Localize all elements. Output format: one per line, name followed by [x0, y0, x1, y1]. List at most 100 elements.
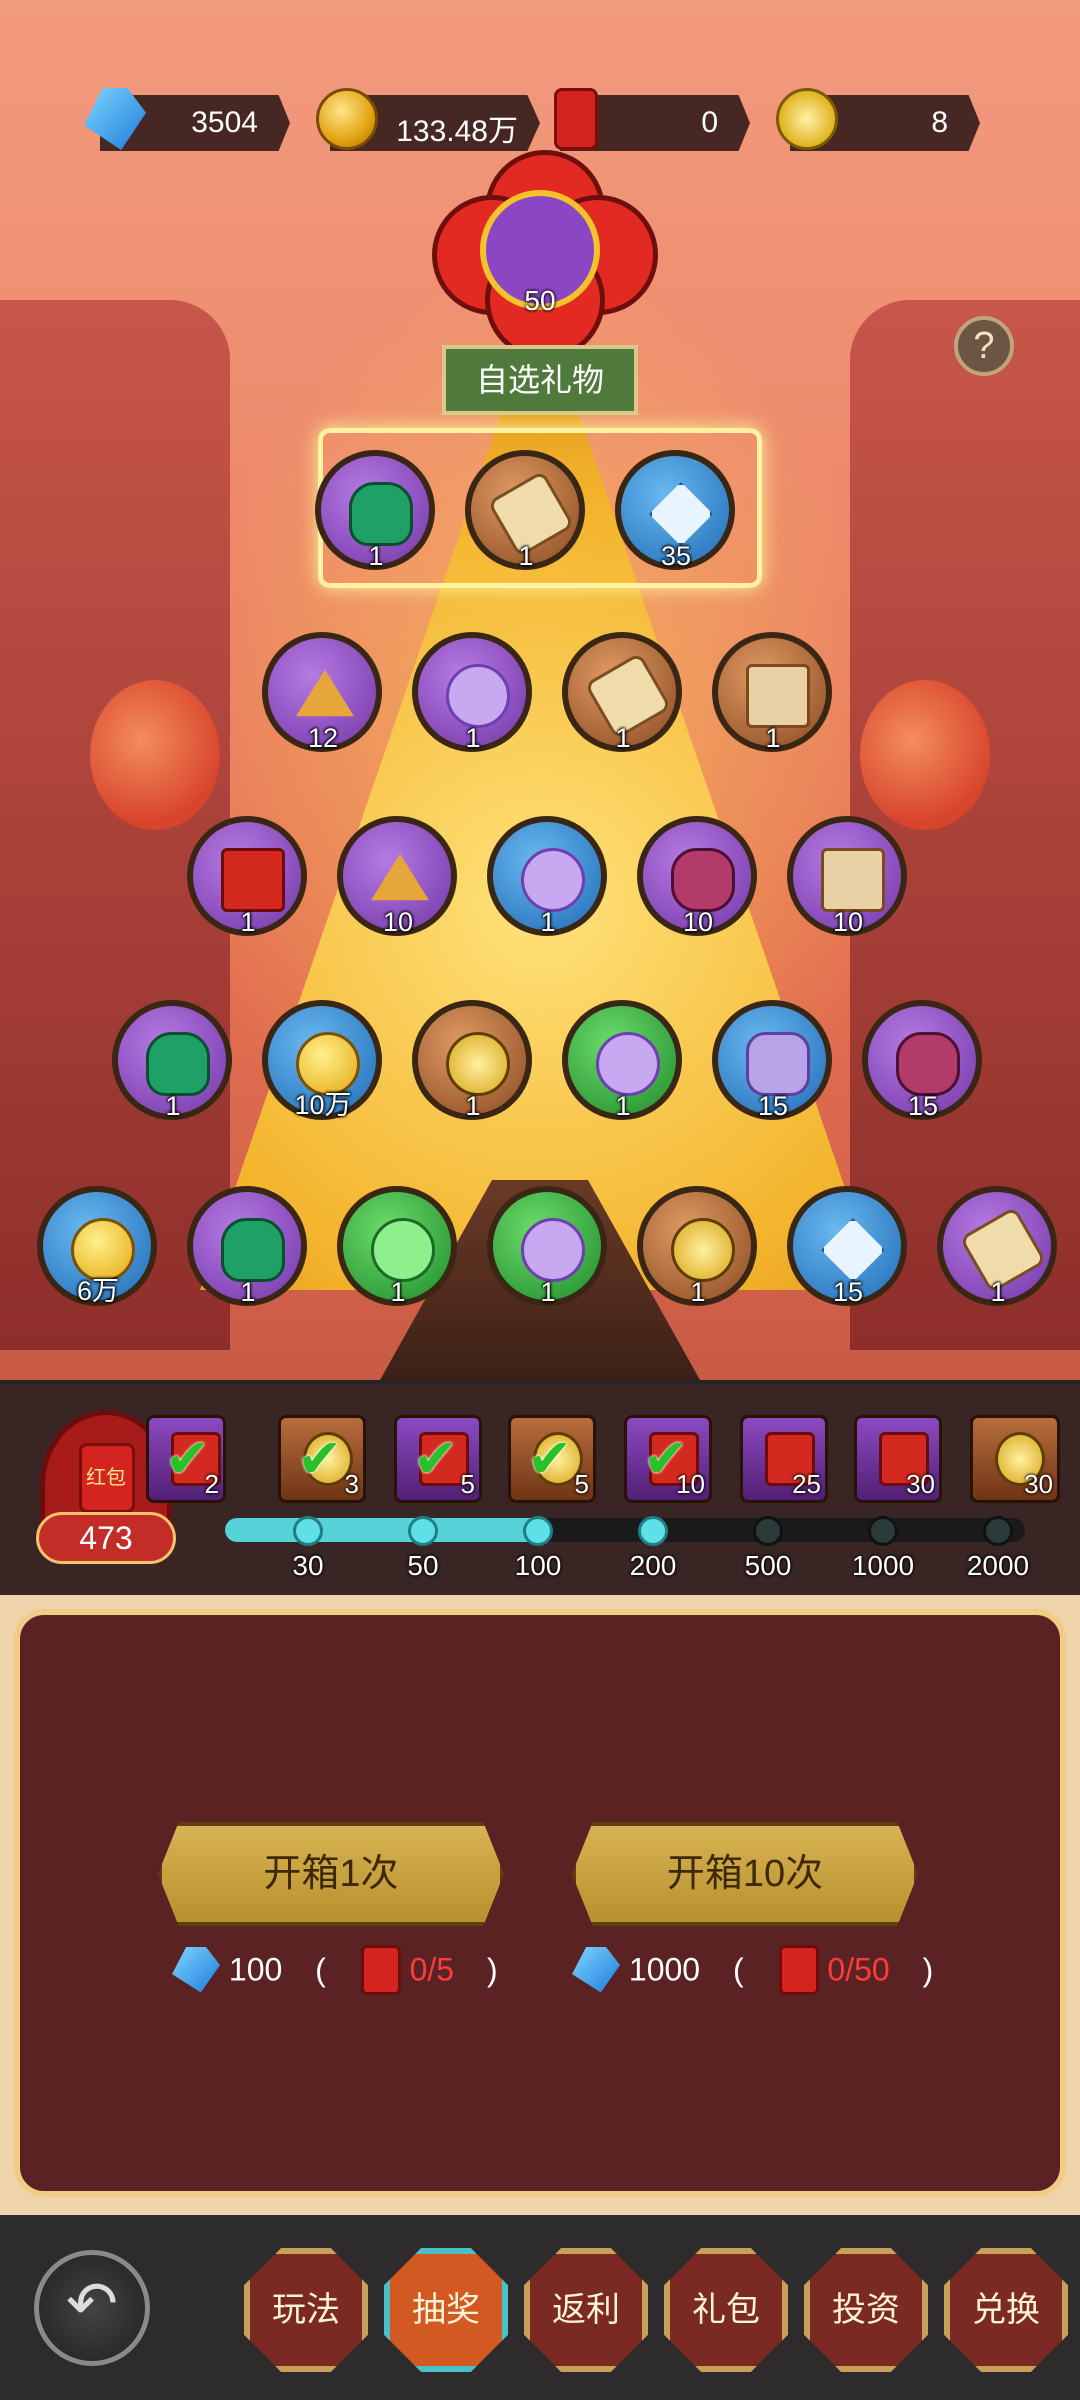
tier-value: 25 — [792, 1469, 821, 1499]
prize-count: 12 — [307, 723, 339, 753]
prize-item[interactable]: 6万 — [37, 1186, 157, 1306]
prize-item[interactable]: 1 — [412, 632, 532, 753]
prize-item[interactable]: 10 — [787, 816, 907, 937]
prize-item[interactable]: 1 — [187, 1186, 307, 1307]
prize-item[interactable]: 1 — [487, 1186, 607, 1307]
tier-value: 30 — [906, 1469, 935, 1499]
prize-item[interactable]: 1 — [937, 1186, 1057, 1307]
milestone-label: 50 — [407, 1550, 439, 1581]
prize-item[interactable]: 35 — [615, 450, 735, 571]
prize-count: 15 — [757, 1091, 789, 1121]
fu-token-icon — [446, 664, 510, 728]
prize-count: 1 — [990, 1277, 1006, 1307]
open-ten-button[interactable]: 开箱10次 — [572, 1822, 918, 1926]
tier-reward[interactable]: 25 — [740, 1415, 828, 1503]
tier-value: 2 — [204, 1469, 219, 1499]
gold-ingot-icon — [776, 88, 838, 150]
prize-item[interactable]: 1 — [337, 1186, 457, 1307]
prize-item[interactable]: 15 — [712, 1000, 832, 1121]
tier-reward[interactable]: 30 — [970, 1415, 1060, 1503]
prize-count: 1 — [465, 723, 481, 753]
fu-token-icon — [596, 1032, 660, 1096]
prize-item[interactable]: 15 — [787, 1186, 907, 1307]
purple-gem-icon — [746, 1032, 810, 1096]
paren-open: ( — [315, 1951, 326, 1988]
prize-count: 1 — [240, 907, 256, 937]
prize-item[interactable]: 1 — [562, 1000, 682, 1121]
draw-panel — [0, 1595, 1080, 2215]
nav-button[interactable]: 玩法 — [244, 2248, 368, 2372]
back-button[interactable]: ↶ — [34, 2250, 150, 2366]
tier-reward[interactable]: 30 — [854, 1415, 942, 1503]
gold-coin-value: 133.48万 — [396, 115, 518, 148]
open-once-button[interactable]: 开箱1次 — [158, 1822, 504, 1926]
prize-count: 35 — [660, 541, 692, 571]
diamond-icon — [572, 1946, 620, 1993]
diamond-value: 3504 — [191, 106, 258, 139]
nav-button[interactable]: 返利 — [524, 2248, 648, 2372]
jade-bag-icon — [349, 482, 413, 546]
prize-item[interactable]: 1 — [112, 1000, 232, 1121]
prize-count: 1 — [165, 1091, 181, 1121]
red-envelope-total: 473 — [36, 1512, 176, 1564]
check-icon: ✔ — [297, 1429, 343, 1489]
open-once-cost: 100 ( 0/5 ) — [172, 1942, 498, 1995]
open-ten-cost: 1000 ( 0/50 ) — [572, 1942, 933, 1995]
gem-cost: 1000 — [628, 1951, 701, 1988]
grand-prize[interactable]: 50 — [432, 150, 658, 360]
tier-value: 3 — [344, 1469, 359, 1499]
gold-ingot-icon — [446, 1032, 510, 1096]
milestone-node — [408, 1516, 438, 1546]
tier-reward[interactable]: ✔ 2 — [146, 1415, 226, 1503]
map-icon — [746, 664, 810, 728]
prize-item[interactable]: 1 — [637, 1186, 757, 1307]
paren-close: ) — [486, 1951, 498, 1988]
select-gift-button[interactable]: 自选礼物 — [442, 345, 638, 415]
progress-fill — [225, 1518, 545, 1542]
tier-reward[interactable]: ✔ 5 — [394, 1415, 482, 1503]
prize-count: 1 — [615, 1091, 631, 1121]
check-icon: ✔ — [527, 1429, 573, 1489]
red-envelope-value: 0 — [701, 106, 718, 139]
prize-item[interactable]: 1 — [712, 632, 832, 753]
nav-button[interactable]: 礼包 — [664, 2248, 788, 2372]
prize-item[interactable]: 1 — [487, 816, 607, 937]
nav-button[interactable]: 兑换 — [944, 2248, 1068, 2372]
prize-item[interactable]: 1 — [187, 816, 307, 937]
prize-count: 1 — [518, 541, 534, 571]
tier-reward[interactable]: ✔ 5 — [508, 1415, 596, 1503]
prize-item[interactable]: 10 — [337, 816, 457, 937]
prize-item[interactable]: 1 — [465, 450, 585, 571]
milestone-label: 2000 — [966, 1550, 1030, 1581]
gem-cost: 100 — [228, 1951, 283, 1988]
red-envelope-icon — [360, 1944, 401, 1995]
prize-item[interactable]: 1 — [412, 1000, 532, 1121]
crystal-icon — [649, 482, 713, 546]
help-button[interactable]: ? — [954, 316, 1014, 376]
nav-button[interactable]: 投资 — [804, 2248, 928, 2372]
prize-count: 1 — [390, 1277, 406, 1307]
grand-prize-count: 50 — [524, 285, 556, 316]
prize-count: 10 — [832, 907, 864, 937]
prize-item[interactable]: 1 — [562, 632, 682, 753]
dragon-stone-icon — [671, 848, 735, 912]
tier-reward[interactable]: ✔ 3 — [278, 1415, 366, 1503]
milestone-label: 30 — [292, 1550, 324, 1581]
prize-item[interactable]: 12 — [262, 632, 382, 753]
prize-item[interactable]: 1 — [315, 450, 435, 571]
tier-value: 30 — [1024, 1469, 1053, 1499]
prize-count: 15 — [907, 1091, 939, 1121]
prize-count: 6万 — [76, 1276, 120, 1306]
tier-value: 5 — [574, 1469, 589, 1499]
gold-sand-icon — [296, 669, 354, 717]
prize-item[interactable]: 15 — [862, 1000, 982, 1121]
prize-item[interactable]: 10万 — [262, 1000, 382, 1120]
prize-item[interactable]: 10 — [637, 816, 757, 937]
tier-value: 5 — [460, 1469, 475, 1499]
tier-reward[interactable]: ✔ 10 — [624, 1415, 712, 1503]
prize-count: 10 — [682, 907, 714, 937]
banner-icon — [821, 848, 885, 912]
red-envelope-progress: 0/5 — [409, 1951, 455, 1988]
prize-count: 1 — [368, 541, 384, 571]
nav-button[interactable]: 抽奖 — [384, 2248, 508, 2372]
